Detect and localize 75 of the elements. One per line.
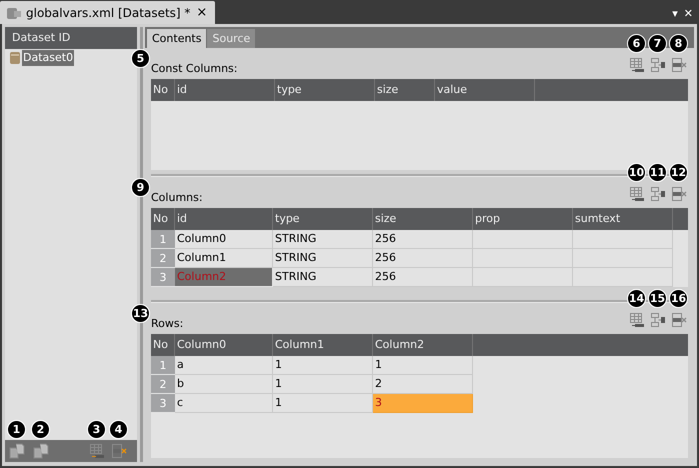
- close-tab-button[interactable]: ×: [194, 6, 210, 19]
- callout-badge: 5: [131, 49, 150, 68]
- table-cell: 1: [373, 356, 473, 375]
- document-tab[interactable]: globalvars.xml [Datasets] * ×: [0, 1, 216, 24]
- table-cell: c: [175, 394, 273, 413]
- dataset-item[interactable]: Dataset0: [22, 50, 74, 66]
- grid-add-icon: [629, 312, 645, 328]
- callout-badge: 6: [627, 34, 646, 53]
- database-icon: [6, 6, 22, 20]
- row-number: 1: [151, 230, 175, 249]
- column-header[interactable]: sumtext: [573, 208, 673, 230]
- column-header[interactable]: id: [175, 208, 273, 230]
- grid-add-icon: [629, 57, 645, 73]
- row-number: 2: [151, 249, 175, 268]
- table-cell: 1: [273, 356, 373, 375]
- row-number: 2: [151, 375, 175, 394]
- row-number: 1: [151, 356, 175, 375]
- callout-badge: 10: [627, 163, 646, 182]
- callout-badge: 3: [87, 420, 106, 439]
- table-cell: 3: [373, 394, 473, 413]
- section-label: Const Columns:: [151, 62, 238, 75]
- column-header[interactable]: prop: [473, 208, 573, 230]
- delete-row-icon: [671, 186, 687, 202]
- insert-row-icon: [650, 312, 666, 328]
- column-header[interactable]: size: [375, 79, 435, 101]
- callout-badge: 13: [131, 304, 150, 323]
- column-header[interactable]: type: [275, 79, 375, 101]
- table-cell: Column2: [175, 268, 273, 287]
- column-header[interactable]: Column1: [273, 334, 373, 356]
- row-number: 3: [151, 394, 175, 413]
- table-cell: 256: [373, 230, 473, 249]
- documents-icon: [33, 443, 49, 459]
- column-header[interactable]: value: [435, 79, 535, 101]
- table-cell: STRING: [273, 230, 373, 249]
- delete-row-icon: [671, 57, 687, 73]
- callout-badge: 11: [648, 163, 667, 182]
- delete-row-icon: [671, 312, 687, 328]
- callout-badge: 9: [131, 178, 150, 197]
- database-icon: [9, 51, 21, 65]
- close-button[interactable]: ✕: [684, 8, 693, 19]
- column-header[interactable]: type: [273, 208, 373, 230]
- callout-badge: 15: [648, 289, 667, 308]
- table-cell: STRING: [273, 268, 373, 287]
- insert-row-icon: [650, 57, 666, 73]
- insert-row-icon: [650, 186, 666, 202]
- sidebar-header: Dataset ID: [5, 27, 137, 49]
- callout-badge: 1: [7, 420, 26, 439]
- callout-badge: 4: [109, 420, 128, 439]
- column-header[interactable]: No: [151, 79, 175, 101]
- grid-add-icon: [629, 186, 645, 202]
- row-number: 3: [151, 268, 175, 287]
- table-cell: Column0: [175, 230, 273, 249]
- table-cell: b: [175, 375, 273, 394]
- callout-badge: 16: [669, 289, 688, 308]
- callout-badge: 14: [627, 289, 646, 308]
- dropdown-button[interactable]: ▾: [672, 8, 678, 19]
- documents-icon: [9, 443, 25, 459]
- table-cell: a: [175, 356, 273, 375]
- document-title: globalvars.xml [Datasets] *: [26, 4, 190, 22]
- callout-badge: 7: [648, 34, 667, 53]
- column-header[interactable]: id: [175, 79, 275, 101]
- grid-add-icon: [89, 443, 105, 459]
- callout-badge: 2: [31, 420, 50, 439]
- column-header[interactable]: Column2: [373, 334, 473, 356]
- table-cell: 1: [273, 375, 373, 394]
- column-header[interactable]: size: [373, 208, 473, 230]
- tab[interactable]: Contents: [147, 29, 206, 48]
- table-cell: STRING: [273, 249, 373, 268]
- table-cell: 256: [373, 268, 473, 287]
- section-label: Columns:: [151, 191, 203, 204]
- column-header[interactable]: Column0: [175, 334, 273, 356]
- section-label: Rows:: [151, 317, 184, 330]
- table-cell: 256: [373, 249, 473, 268]
- delete-row-icon: [111, 443, 127, 459]
- callout-badge: 8: [669, 34, 688, 53]
